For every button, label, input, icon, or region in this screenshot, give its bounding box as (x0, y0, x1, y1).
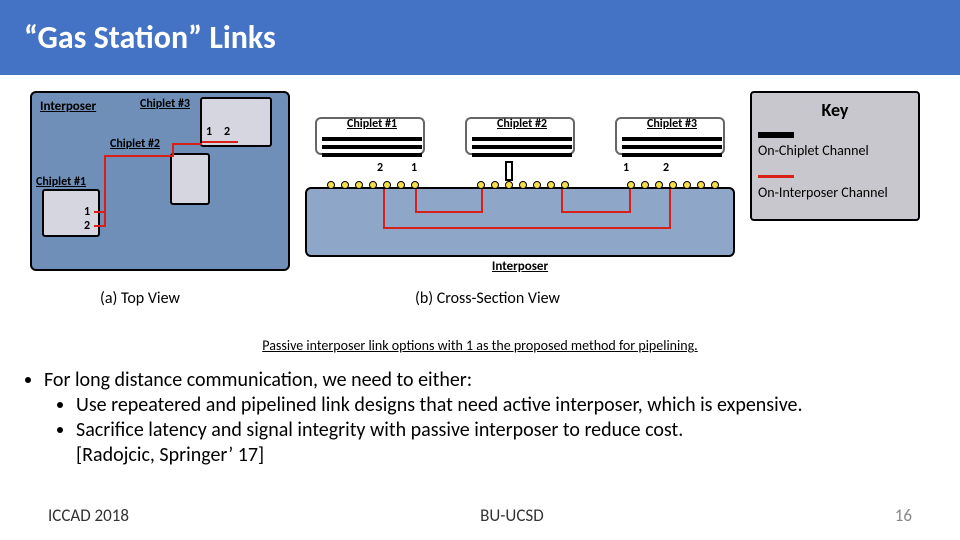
tv-num-1-bot: 1 (84, 205, 90, 219)
key-onchiplet-text: On-Chiplet Channel (758, 142, 869, 159)
slide-title: “Gas Station” Links (0, 0, 960, 75)
red-line (104, 155, 172, 157)
interposer-label: Interposer (40, 99, 96, 114)
chiplet-1-label: Chiplet #1 (36, 175, 86, 189)
chiplet-3-box (200, 97, 272, 147)
caption-a: (a) Top View (100, 289, 180, 308)
chiplet-3-cs-label: Chiplet #3 (617, 117, 727, 131)
footer-venue: ICCAD 2018 (48, 505, 129, 526)
red-line (202, 141, 220, 143)
tv-num-2-bot: 2 (84, 219, 90, 233)
bullet-3: Sacrifice latency and signal integrity w… (76, 418, 938, 468)
red-line (104, 155, 106, 227)
red-line (561, 211, 631, 213)
chiplet-3-label: Chiplet #3 (140, 97, 190, 111)
red-line (383, 189, 385, 227)
red-line (415, 189, 417, 211)
chiplet-2-cs-label: Chiplet #2 (467, 117, 577, 131)
interposer-top-view: Interposer Chiplet #3 1 2 Chiplet #2 Chi… (30, 91, 290, 271)
bullet-list: For long distance communication, we need… (22, 368, 938, 468)
cs-num-1-r: 1 (623, 161, 629, 175)
red-line (172, 143, 174, 157)
bullet-1: For long distance communication, we need… (44, 368, 938, 393)
swatch-black (758, 132, 794, 138)
black-via (505, 161, 513, 181)
cs-num-1-l: 1 (411, 161, 417, 175)
red-line (481, 189, 483, 213)
chiplet-1-box (42, 189, 100, 237)
chiplet-2-cs: Chiplet #2 (465, 117, 575, 155)
chiplet-2-label: Chiplet #2 (110, 137, 160, 151)
key-title: Key (758, 99, 912, 121)
cs-num-2-r: 2 (663, 161, 669, 175)
red-line (383, 227, 671, 229)
key-oninterposer-text: On-Interposer Channel (758, 184, 888, 201)
caption-b: (b) Cross-Section View (415, 289, 560, 308)
chiplet-1-cs: Chiplet #1 (315, 117, 425, 155)
key-row-onchiplet: On-Chiplet Channel (758, 125, 912, 159)
chiplet-1-cs-label: Chiplet #1 (317, 117, 427, 131)
red-line (220, 141, 238, 143)
red-line (629, 189, 631, 213)
red-line (561, 189, 563, 211)
legend-box: Key On-Chiplet Channel On-Interposer Cha… (750, 91, 920, 221)
chiplet-3-cs: Chiplet #3 (615, 117, 725, 155)
footer: ICCAD 2018 BU-UCSD 16 (0, 505, 960, 526)
key-row-oninterposer: On-Interposer Channel (758, 167, 912, 201)
bullet-2: Use repeatered and pipelined link design… (76, 393, 938, 418)
footer-org: BU-UCSD (480, 505, 544, 526)
footer-page: 16 (895, 505, 912, 526)
chiplet-2-box (170, 153, 210, 205)
red-line (415, 211, 483, 213)
tv-num-2-top: 2 (224, 125, 230, 139)
red-line (669, 189, 671, 229)
figure-area: Interposer Chiplet #3 1 2 Chiplet #2 Chi… (0, 81, 960, 341)
red-line (172, 143, 202, 145)
tv-num-1-top: 1 (206, 125, 212, 139)
swatch-red (758, 175, 794, 178)
cs-num-2-l: 2 (377, 161, 383, 175)
